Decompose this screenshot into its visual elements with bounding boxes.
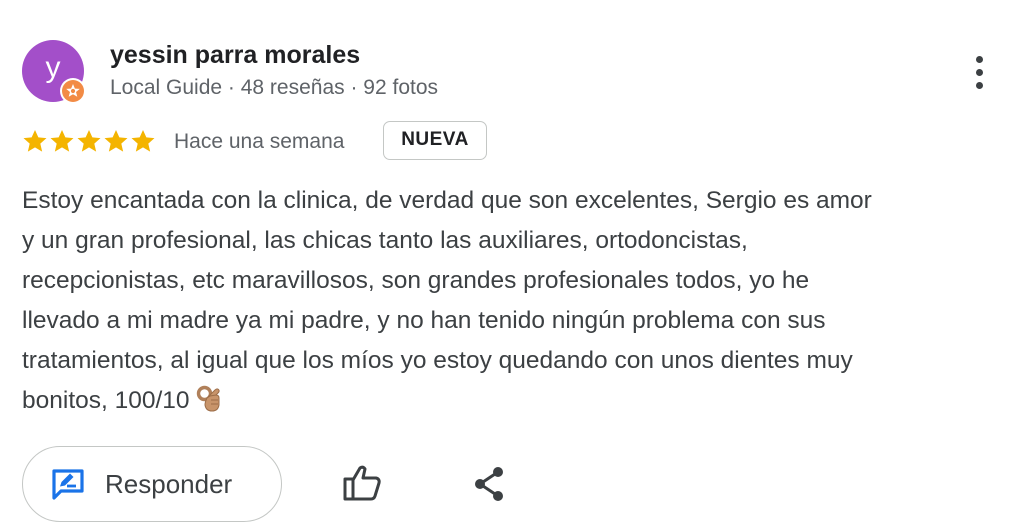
review-text-line: llevado a mi madre ya mi padre, y no han… xyxy=(22,307,826,334)
ok-hand-emoji xyxy=(196,385,222,426)
local-guide-badge xyxy=(60,78,86,104)
more-options-button[interactable] xyxy=(962,52,998,92)
review-card: y yessin parra morales Local Guide · 48 … xyxy=(0,0,1028,530)
review-text-line: y un gran profesional, las chicas tanto … xyxy=(22,227,748,254)
share-button[interactable] xyxy=(468,462,512,506)
review-text-line: recepcionistas, etc maravillosos, son gr… xyxy=(22,267,810,294)
new-badge: NUEVA xyxy=(383,121,487,160)
star-icon xyxy=(50,129,74,152)
author-name[interactable]: yessin parra morales xyxy=(110,41,360,70)
reply-button[interactable]: Responder xyxy=(22,446,282,522)
star-icon xyxy=(23,129,47,152)
reply-button-label: Responder xyxy=(105,469,233,499)
like-button[interactable] xyxy=(340,462,386,506)
star-rating xyxy=(22,128,157,156)
review-text-line: bonitos, 100/10 xyxy=(22,387,190,414)
more-vert-icon xyxy=(976,56,983,63)
review-text: Estoy encantada con la clinica, de verda… xyxy=(22,181,1012,426)
review-text-line: tratamientos, al igual que los míos yo e… xyxy=(22,347,853,374)
star-icon xyxy=(131,129,155,152)
review-text-line: Estoy encantada con la clinica, de verda… xyxy=(22,187,872,214)
star-icon xyxy=(104,129,128,152)
local-guide-star-icon xyxy=(62,80,84,102)
thumb-up-icon xyxy=(343,465,381,501)
reply-icon xyxy=(52,469,84,500)
share-icon xyxy=(475,467,503,501)
review-date: Hace una semana xyxy=(174,130,345,153)
review-text-line-last: bonitos, 100/10 xyxy=(22,381,1012,426)
author-meta: Local Guide · 48 reseñas · 92 fotos xyxy=(110,76,439,99)
star-icon xyxy=(77,129,101,152)
avatar-initial: y xyxy=(45,51,61,84)
